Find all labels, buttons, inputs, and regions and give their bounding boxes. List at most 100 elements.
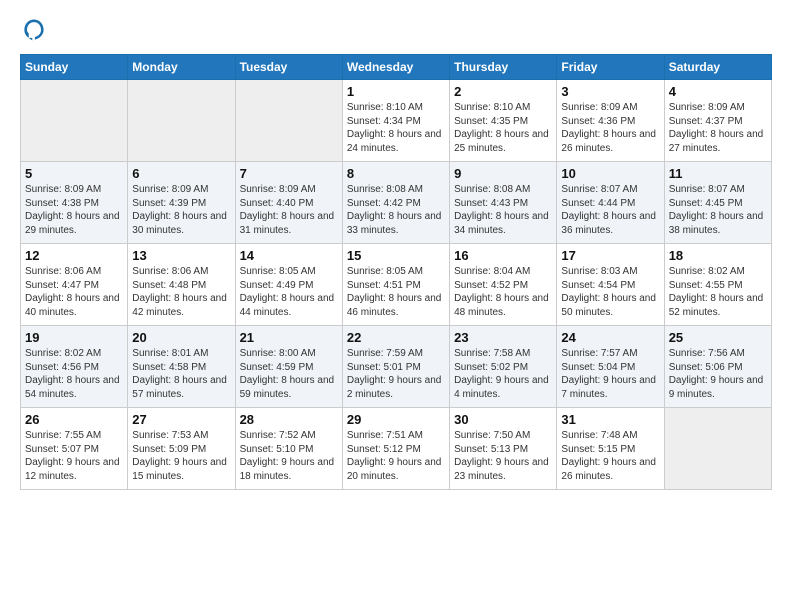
day-cell: 11 Sunrise: 8:07 AMSunset: 4:45 PMDayligh… [664, 162, 771, 244]
weekday-header-tuesday: Tuesday [235, 55, 342, 80]
day-number: 4 [669, 84, 767, 99]
day-cell: 29Sunrise: 7:51 AMSunset: 5:12 PMDayligh… [342, 408, 449, 490]
day-cell [235, 80, 342, 162]
day-cell: 8 Sunrise: 8:08 AMSunset: 4:42 PMDaylight… [342, 162, 449, 244]
weekday-header-sunday: Sunday [21, 55, 128, 80]
day-number: 11 [669, 166, 767, 181]
day-cell [128, 80, 235, 162]
day-number: 5 [25, 166, 123, 181]
day-number: 20 [132, 330, 230, 345]
header [20, 16, 772, 44]
day-number: 27 [132, 412, 230, 427]
day-number: 30 [454, 412, 552, 427]
calendar: SundayMondayTuesdayWednesdayThursdayFrid… [20, 54, 772, 490]
weekday-header-row: SundayMondayTuesdayWednesdayThursdayFrid… [21, 55, 772, 80]
day-info: Sunrise: 8:08 AMSunset: 4:42 PMDaylight:… [347, 183, 445, 237]
day-number: 10 [561, 166, 659, 181]
day-cell: 28 Sunrise: 7:52 AMSunset: 5:10 PMDayligh… [235, 408, 342, 490]
day-cell [21, 80, 128, 162]
day-cell: 7 Sunrise: 8:09 AMSunset: 4:40 PMDaylight… [235, 162, 342, 244]
day-info: Sunrise: 7:53 AMSunset: 5:09 PMDaylight:… [132, 429, 230, 483]
day-cell: 27 Sunrise: 7:53 AMSunset: 5:09 PMDayligh… [128, 408, 235, 490]
week-row-2: 5 Sunrise: 8:09 AMSunset: 4:38 PMDaylight… [21, 162, 772, 244]
day-info: Sunrise: 8:07 AMSunset: 4:44 PMDaylight:… [561, 183, 659, 237]
day-number: 6 [132, 166, 230, 181]
day-cell: 31 Sunrise: 7:48 AMSunset: 5:15 PMDayligh… [557, 408, 664, 490]
day-number: 26 [25, 412, 123, 427]
day-number: 9 [454, 166, 552, 181]
day-cell: 24 Sunrise: 7:57 AMSunset: 5:04 PMDayligh… [557, 326, 664, 408]
day-cell [664, 408, 771, 490]
day-info: Sunrise: 8:09 AMSunset: 4:38 PMDaylight:… [25, 183, 123, 237]
day-number: 3 [561, 84, 659, 99]
day-number: 18 [669, 248, 767, 263]
day-cell: 17 Sunrise: 8:03 AMSunset: 4:54 PMDayligh… [557, 244, 664, 326]
day-number: 17 [561, 248, 659, 263]
day-cell: 4 Sunrise: 8:09 AMSunset: 4:37 PMDaylight… [664, 80, 771, 162]
day-cell: 3 Sunrise: 8:09 AMSunset: 4:36 PMDaylight… [557, 80, 664, 162]
weekday-header-thursday: Thursday [450, 55, 557, 80]
day-number: 24 [561, 330, 659, 345]
day-info: Sunrise: 8:01 AMSunset: 4:58 PMDaylight:… [132, 347, 230, 401]
day-info: Sunrise: 8:10 AMSunset: 4:35 PMDaylight:… [454, 101, 552, 155]
day-info: Sunrise: 8:09 AMSunset: 4:39 PMDaylight:… [132, 183, 230, 237]
day-cell: 9Sunrise: 8:08 AMSunset: 4:43 PMDaylight… [450, 162, 557, 244]
day-cell: 2 Sunrise: 8:10 AMSunset: 4:35 PMDaylight… [450, 80, 557, 162]
day-cell: 12 Sunrise: 8:06 AMSunset: 4:47 PMDayligh… [21, 244, 128, 326]
day-number: 13 [132, 248, 230, 263]
day-number: 12 [25, 248, 123, 263]
page: SundayMondayTuesdayWednesdayThursdayFrid… [0, 0, 792, 612]
day-info: Sunrise: 7:57 AMSunset: 5:04 PMDaylight:… [561, 347, 659, 401]
weekday-header-saturday: Saturday [664, 55, 771, 80]
day-info: Sunrise: 8:09 AMSunset: 4:36 PMDaylight:… [561, 101, 659, 155]
day-number: 19 [25, 330, 123, 345]
day-cell: 15Sunrise: 8:05 AMSunset: 4:51 PMDayligh… [342, 244, 449, 326]
week-row-5: 26 Sunrise: 7:55 AMSunset: 5:07 PMDayligh… [21, 408, 772, 490]
day-cell: 13 Sunrise: 8:06 AMSunset: 4:48 PMDayligh… [128, 244, 235, 326]
day-number: 7 [240, 166, 338, 181]
day-info: Sunrise: 8:09 AMSunset: 4:37 PMDaylight:… [669, 101, 767, 155]
day-number: 2 [454, 84, 552, 99]
day-number: 15 [347, 248, 445, 263]
day-info: Sunrise: 8:02 AMSunset: 4:56 PMDaylight:… [25, 347, 123, 401]
day-info: Sunrise: 7:59 AMSunset: 5:01 PMDaylight:… [347, 347, 445, 401]
day-cell: 26 Sunrise: 7:55 AMSunset: 5:07 PMDayligh… [21, 408, 128, 490]
week-row-3: 12 Sunrise: 8:06 AMSunset: 4:47 PMDayligh… [21, 244, 772, 326]
day-number: 28 [240, 412, 338, 427]
day-number: 8 [347, 166, 445, 181]
day-cell: 19 Sunrise: 8:02 AMSunset: 4:56 PMDayligh… [21, 326, 128, 408]
day-info: Sunrise: 8:06 AMSunset: 4:47 PMDaylight:… [25, 265, 123, 319]
day-number: 14 [240, 248, 338, 263]
day-info: Sunrise: 7:48 AMSunset: 5:15 PMDaylight:… [561, 429, 659, 483]
day-number: 25 [669, 330, 767, 345]
day-cell: 5 Sunrise: 8:09 AMSunset: 4:38 PMDaylight… [21, 162, 128, 244]
day-info: Sunrise: 7:56 AMSunset: 5:06 PMDaylight:… [669, 347, 767, 401]
day-info: Sunrise: 7:55 AMSunset: 5:07 PMDaylight:… [25, 429, 123, 483]
day-cell: 30Sunrise: 7:50 AMSunset: 5:13 PMDayligh… [450, 408, 557, 490]
day-cell: 10 Sunrise: 8:07 AMSunset: 4:44 PMDayligh… [557, 162, 664, 244]
week-row-1: 1Sunrise: 8:10 AMSunset: 4:34 PMDaylight… [21, 80, 772, 162]
logo [20, 16, 52, 44]
weekday-header-monday: Monday [128, 55, 235, 80]
day-cell: 23 Sunrise: 7:58 AMSunset: 5:02 PMDayligh… [450, 326, 557, 408]
day-cell: 1Sunrise: 8:10 AMSunset: 4:34 PMDaylight… [342, 80, 449, 162]
day-info: Sunrise: 8:06 AMSunset: 4:48 PMDaylight:… [132, 265, 230, 319]
day-number: 21 [240, 330, 338, 345]
day-info: Sunrise: 7:58 AMSunset: 5:02 PMDaylight:… [454, 347, 552, 401]
week-row-4: 19 Sunrise: 8:02 AMSunset: 4:56 PMDayligh… [21, 326, 772, 408]
day-cell: 16Sunrise: 8:04 AMSunset: 4:52 PMDayligh… [450, 244, 557, 326]
day-info: Sunrise: 8:05 AMSunset: 4:49 PMDaylight:… [240, 265, 338, 319]
day-number: 29 [347, 412, 445, 427]
day-info: Sunrise: 8:04 AMSunset: 4:52 PMDaylight:… [454, 265, 552, 319]
day-info: Sunrise: 8:02 AMSunset: 4:55 PMDaylight:… [669, 265, 767, 319]
day-info: Sunrise: 8:10 AMSunset: 4:34 PMDaylight:… [347, 101, 445, 155]
weekday-header-friday: Friday [557, 55, 664, 80]
day-info: Sunrise: 8:03 AMSunset: 4:54 PMDaylight:… [561, 265, 659, 319]
day-info: Sunrise: 8:07 AMSunset: 4:45 PMDaylight:… [669, 183, 767, 237]
day-info: Sunrise: 7:52 AMSunset: 5:10 PMDaylight:… [240, 429, 338, 483]
day-number: 31 [561, 412, 659, 427]
day-cell: 6 Sunrise: 8:09 AMSunset: 4:39 PMDaylight… [128, 162, 235, 244]
day-info: Sunrise: 8:09 AMSunset: 4:40 PMDaylight:… [240, 183, 338, 237]
logo-icon [20, 16, 48, 44]
day-number: 23 [454, 330, 552, 345]
